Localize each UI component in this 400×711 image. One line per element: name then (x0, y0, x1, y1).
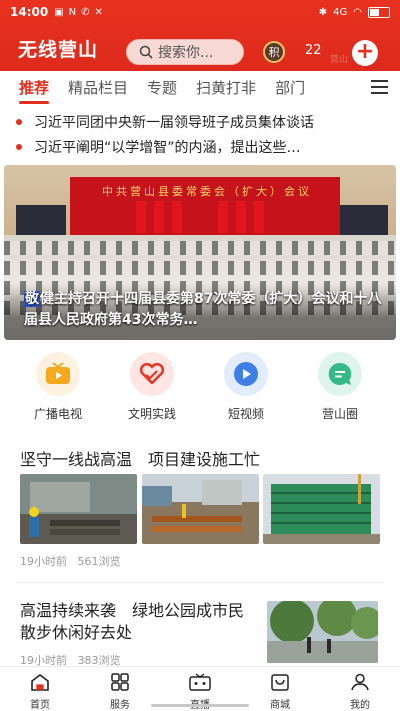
article-thumbnail[interactable] (267, 601, 378, 663)
tab-featured[interactable]: 精品栏目 (68, 77, 128, 98)
bullet-icon (16, 119, 22, 125)
home-icon (31, 674, 49, 691)
article-thumbnail[interactable] (142, 474, 259, 544)
live-tv-icon (189, 673, 211, 691)
article-meta: 19小时前 561浏览 (20, 553, 121, 569)
article-title[interactable]: 高温持续来袭 绿地公园成市民散步休闲好去处 (20, 600, 256, 644)
screen-left (16, 205, 66, 235)
entry-short-video[interactable]: 短视频 (204, 352, 288, 422)
entry-civilization-practice[interactable]: 文明实践 (110, 352, 194, 422)
play-icon (224, 352, 268, 396)
menu-icon[interactable] (371, 80, 388, 98)
nav-service[interactable]: 服务 (80, 667, 160, 711)
status-bar: 14:00 ▣ N ✆ ✕ ✱ 4G ◠ (0, 0, 400, 24)
headline-item[interactable]: 习近平阐明“以学增智”的内涵，提出这些… (16, 137, 392, 157)
points-count: 22 (305, 43, 322, 58)
tab-recommend[interactable]: 推荐 (19, 77, 50, 104)
view-count: 561浏览 (77, 555, 121, 568)
search-icon (139, 45, 153, 59)
entry-yingshan-circle[interactable]: 营山圈 (298, 352, 382, 422)
bluetooth-icon: ✱ (318, 6, 328, 18)
tab-department[interactable]: 部门 (275, 77, 305, 98)
status-time: 14:00 (10, 5, 49, 19)
app-header: 14:00 ▣ N ✆ ✕ ✱ 4G ◠ 无线营山 搜索你... 积 22 营山… (0, 0, 400, 71)
wifi-icon: ◠ (353, 6, 362, 18)
tv-icon (36, 352, 80, 396)
article-thumbnail[interactable] (20, 474, 137, 544)
pin-icon: ✆ (81, 6, 90, 18)
chat-bubble-icon (318, 352, 362, 396)
headline-text: 习近平同团中央新一届领导班子成员集体谈话 (34, 115, 314, 131)
signal-text: 4G (333, 6, 348, 18)
grid-icon (111, 673, 129, 691)
article-title[interactable]: 坚守一线战高温 项目建设施工忙 (20, 446, 260, 470)
watermark: 营山 (330, 55, 349, 65)
add-button[interactable]: + (352, 40, 378, 66)
image-icon: ▣ (54, 6, 64, 18)
headline-text: 习近平阐明“以学增智”的内涵，提出这些… (34, 140, 301, 156)
stage-title: 中共营山县委常委会（扩大）会议 (102, 185, 312, 198)
points-badge[interactable]: 积 (263, 41, 285, 63)
publish-time: 19小时前 (20, 555, 67, 568)
shop-icon (271, 674, 289, 691)
nav-home[interactable]: 首页 (0, 667, 80, 711)
article-thumbnail[interactable] (263, 474, 380, 544)
banner-caption: 敬健主持召开十四届县委第87次常委（扩大）会议和十八届县人民政府第43次常务… (24, 291, 382, 328)
bullet-icon (16, 144, 22, 150)
user-icon (351, 673, 369, 691)
app-logo: 无线营山 (18, 38, 99, 61)
tools-icon: ✕ (94, 6, 103, 18)
nav-mine[interactable]: 我的 (320, 667, 400, 711)
n-icon: N (68, 6, 77, 18)
category-tabs: 推荐 精品栏目 专题 扫黄打非 部门 (0, 72, 400, 104)
screen-right (338, 205, 388, 235)
search-input[interactable]: 搜索你... (126, 39, 244, 65)
tab-special[interactable]: 专题 (147, 77, 177, 98)
quick-entries: 广播电视 文明实践 短视频 营山圈 (0, 352, 400, 424)
home-indicator (151, 704, 249, 707)
headline-item[interactable]: 习近平同团中央新一届领导班子成员集体谈话 (16, 112, 392, 132)
divider (16, 582, 384, 583)
heart-hand-icon (130, 352, 174, 396)
entry-broadcast-tv[interactable]: 广播电视 (16, 352, 100, 422)
news-banner[interactable]: 中共营山县委常委会（扩大）会议 敬健主持召开十四届县委第87次常委（扩大）会议和… (4, 165, 396, 340)
tab-anti-porn[interactable]: 扫黄打非 (196, 77, 256, 98)
search-placeholder: 搜索你... (158, 45, 214, 61)
nav-shop[interactable]: 商城 (240, 667, 320, 711)
battery-icon (368, 6, 390, 18)
